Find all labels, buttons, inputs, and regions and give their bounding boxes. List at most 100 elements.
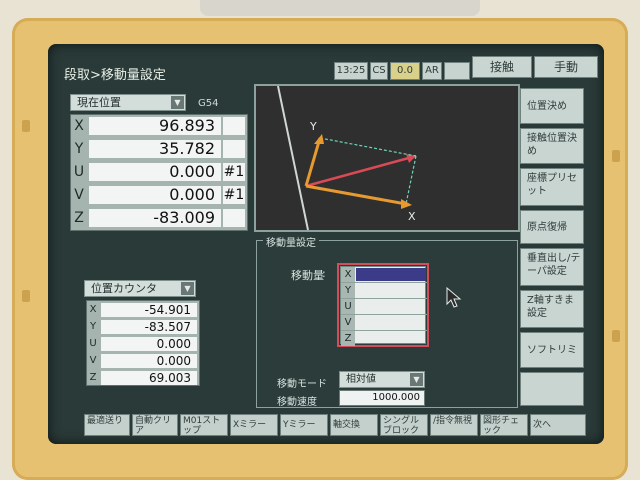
position-value: 0.000 — [89, 186, 221, 204]
axis-label: U — [73, 164, 85, 180]
position-value: 0.000 — [89, 163, 221, 181]
counter-value: -83.507 — [101, 320, 197, 334]
edge-line — [277, 86, 309, 230]
fkey-single-block[interactable]: シングルブロック — [380, 414, 428, 436]
axis-label: Y — [341, 283, 355, 298]
sidebar-item-z-clearance[interactable]: Z軸すきま設定 — [520, 290, 584, 328]
sidebar-item-positioning[interactable]: 位置決め — [520, 88, 584, 124]
cs-indicator: CS — [370, 62, 388, 80]
dash-top — [319, 137, 417, 157]
x-axis-arrow — [305, 184, 407, 206]
axis-label: U — [341, 299, 355, 314]
move-amount-table: X Y U V Z — [340, 266, 427, 346]
counter-row-z: Z 69.003 — [87, 370, 199, 386]
axis-label: Y — [74, 141, 84, 157]
counter-row-x: X -54.901 — [87, 302, 199, 318]
y-axis-arrow — [304, 137, 322, 187]
clock-display: 13:25 — [334, 62, 368, 80]
counter-value: -54.901 — [101, 303, 197, 317]
fkey-m01-stop[interactable]: M01ストップ — [180, 414, 228, 436]
bezel-screw — [22, 120, 30, 132]
move-speed-field[interactable]: 1000.000 — [339, 390, 425, 406]
mouse-cursor-icon — [446, 287, 462, 308]
manual-button[interactable]: 手動 — [534, 56, 598, 78]
chevron-down-icon[interactable]: ▼ — [171, 96, 184, 109]
position-row-x: X 96.893 — [71, 115, 247, 137]
ar-indicator: AR — [422, 62, 442, 80]
counter-value: 0.000 — [101, 354, 197, 368]
axis-label: Z — [341, 331, 355, 346]
move-amount-table-border: X Y U V Z — [337, 263, 429, 347]
position-row-y: Y 35.782 — [71, 138, 247, 160]
move-mode-value: 相対値 — [346, 374, 376, 385]
bezel-screw — [22, 290, 30, 302]
page-title: 段取>移動量設定 — [64, 68, 166, 83]
axis-label: X — [89, 304, 97, 315]
sidebar-item-soft-limit[interactable]: ソフトリミット — [520, 332, 584, 386]
axis-label: V — [341, 315, 355, 330]
counter-value: 69.003 — [101, 371, 197, 385]
fkey-auto-clear[interactable]: 自動クリア — [132, 414, 178, 436]
sidebar-item-coordinate-preset[interactable]: 座標プリセット — [520, 168, 584, 206]
sidebar-item-vertical-taper[interactable]: 垂直出し/テーパ設定 — [520, 248, 584, 286]
axis-label: V — [89, 355, 97, 366]
bezel-highlight — [200, 0, 480, 16]
vector-diagram: Y X — [277, 86, 417, 230]
sidebar-item-touch-positioning[interactable]: 接触位置決め — [520, 128, 584, 164]
fkey-optimal-feed[interactable]: 最適送り — [84, 414, 130, 436]
counter-type-value: 位置カウンタ — [91, 282, 157, 295]
fkey-next[interactable]: 次へ — [530, 414, 586, 436]
move-speed-label: 移動速度 — [277, 397, 317, 408]
move-mode-dropdown[interactable]: 相対値 ▼ — [339, 371, 425, 388]
position-row-z: Z -83.009 — [71, 207, 247, 229]
fkey-axis-swap[interactable]: 軸交換 — [330, 414, 378, 436]
bezel-screw — [612, 330, 620, 342]
counter-value: 0.000 — [101, 337, 197, 351]
graph-x-label: X — [408, 210, 416, 223]
move-row-u[interactable]: U — [341, 299, 427, 315]
move-mode-label: 移動モード — [277, 379, 327, 390]
fkey-x-mirror[interactable]: Xミラー — [230, 414, 278, 436]
chevron-down-icon[interactable]: ▼ — [181, 282, 194, 295]
axis-label: X — [341, 267, 355, 282]
bezel-screw — [612, 150, 620, 162]
axis-label: Z — [74, 210, 84, 226]
position-value: 96.893 — [89, 117, 221, 135]
fkey-y-mirror[interactable]: Yミラー — [280, 414, 328, 436]
y-arrowhead — [314, 134, 324, 144]
counter-row-v: V 0.000 — [87, 353, 199, 369]
position-value: -83.009 — [89, 209, 221, 227]
fkey-shape-check[interactable]: 図形チェック — [480, 414, 528, 436]
cnc-screen: 段取>移動量設定 13:25 CS 0.0 AR 接触 手動 現在位置 ▼ G5… — [48, 44, 604, 444]
touch-button[interactable]: 接触 — [472, 56, 532, 78]
axis-label: V — [74, 187, 84, 203]
fkey-ignore-command[interactable]: /指令無視 — [430, 414, 478, 436]
axis-label: X — [74, 118, 84, 134]
colon: : — [322, 267, 326, 280]
work-coordinate-label: G54 — [198, 98, 219, 109]
position-value: 35.782 — [89, 140, 221, 158]
move-row-x[interactable]: X — [341, 267, 427, 283]
counter-type-dropdown[interactable]: 位置カウンタ ▼ — [84, 280, 196, 297]
position-row-v: V 0.000 #1 — [71, 184, 247, 206]
counter-row-y: Y -83.507 — [87, 319, 199, 335]
move-row-z[interactable]: Z — [341, 331, 427, 346]
position-mark: #1 — [223, 163, 245, 181]
move-row-y[interactable]: Y — [341, 283, 427, 299]
position-table: X 96.893 Y 35.782 U 0.000 #1 V 0.000 #1 … — [70, 114, 248, 231]
sidebar-item-home-return[interactable]: 原点復帰 — [520, 210, 584, 244]
dash-right — [405, 155, 417, 205]
axis-label: Z — [89, 372, 97, 383]
position-mark — [223, 209, 245, 227]
axis-label: Y — [89, 321, 97, 332]
move-row-v[interactable]: V — [341, 315, 427, 331]
sidebar-item-empty[interactable] — [520, 372, 584, 406]
move-input-x[interactable] — [356, 268, 426, 281]
move-vector — [305, 154, 417, 188]
override-indicator: 0.0 — [390, 62, 420, 80]
move-preview-graph: Y X — [254, 84, 520, 232]
position-mark: #1 — [223, 186, 245, 204]
chevron-down-icon[interactable]: ▼ — [410, 373, 423, 386]
position-type-dropdown[interactable]: 現在位置 ▼ — [70, 94, 186, 111]
section-title: 移動量設定 — [263, 234, 319, 249]
